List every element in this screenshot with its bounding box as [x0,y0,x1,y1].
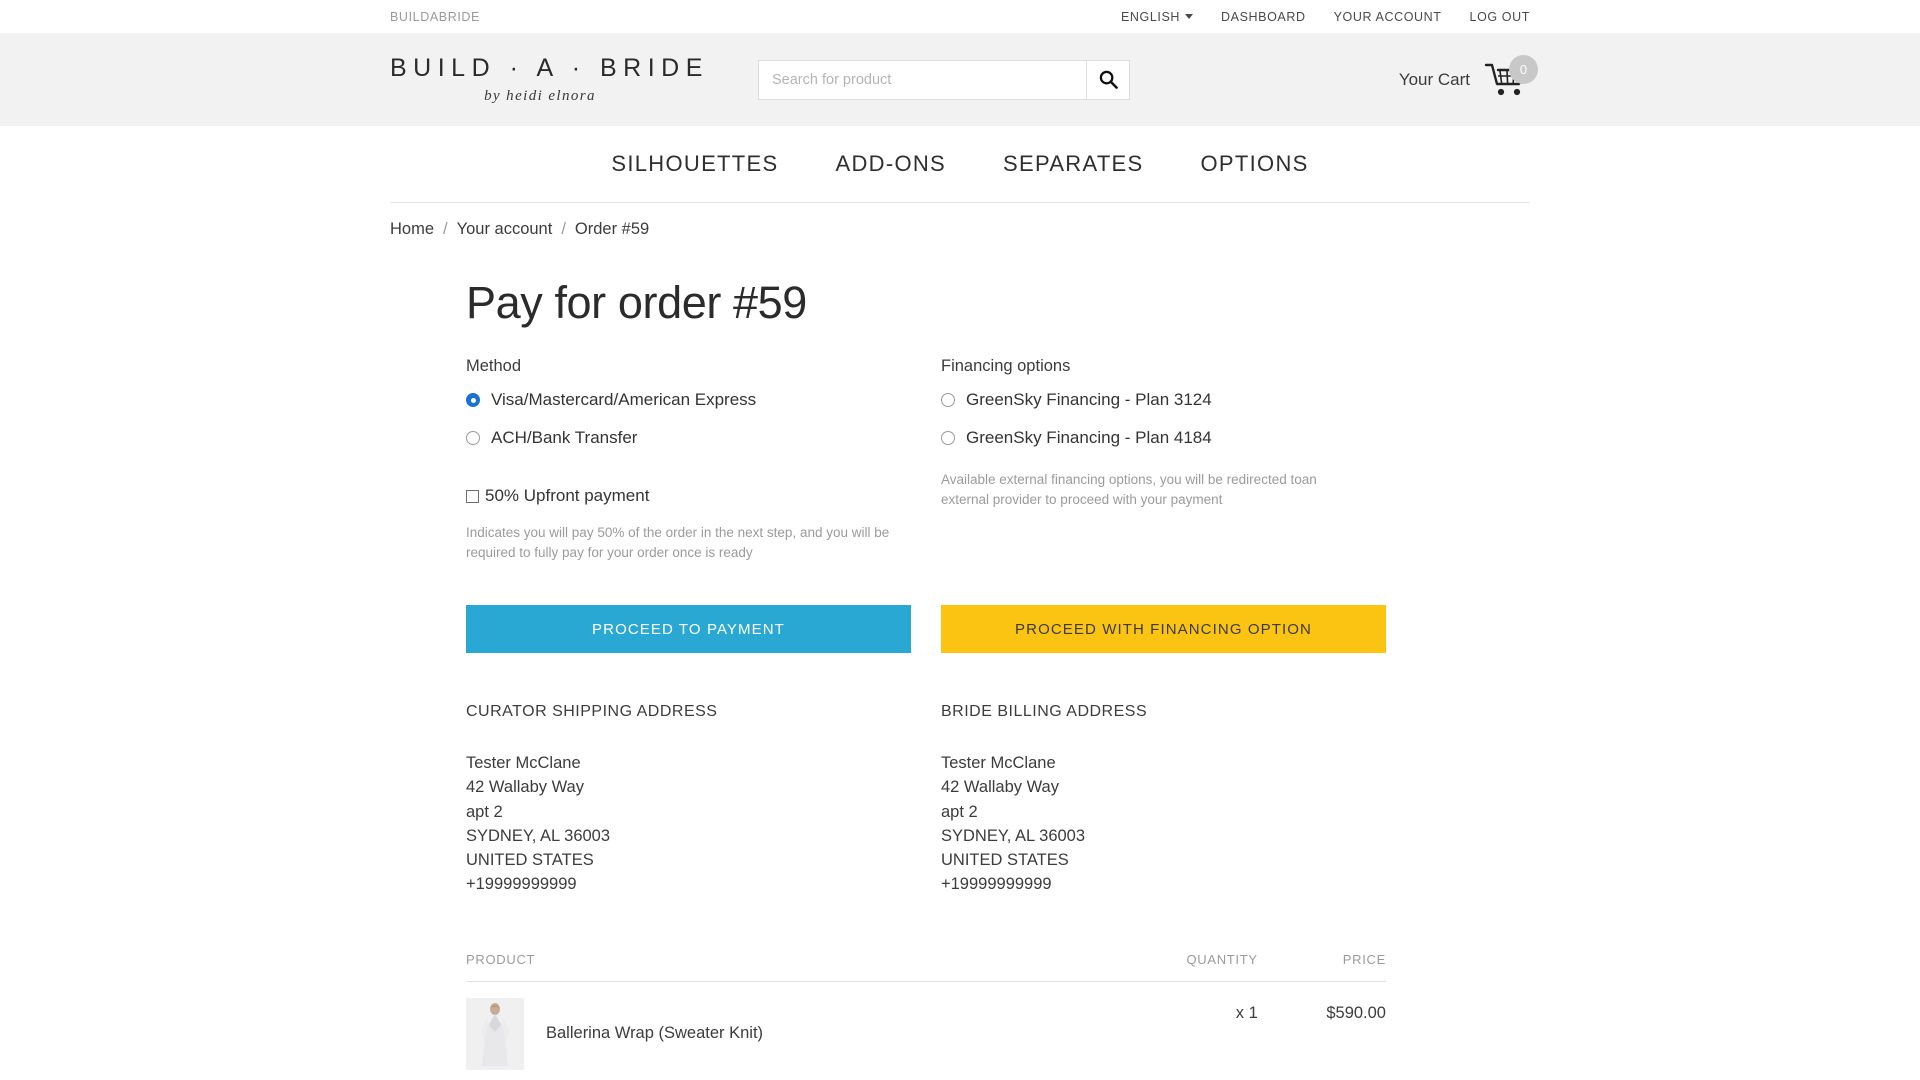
site-brand-text: BUILDABRIDE [390,9,480,24]
breadcrumb: Home / Your account / Order #59 [390,203,1530,239]
payment-options-section: Method Visa/Mastercard/American Express … [466,357,1530,562]
financing-label-plan-4184: GreenSky Financing - Plan 4184 [966,428,1212,447]
top-utility-nav: ENGLISH DASHBOARD YOUR ACCOUNT LOG OUT [1121,10,1530,24]
billing-address-line: 42 Wallaby Way [941,778,1059,797]
breadcrumb-current: Order #59 [574,220,650,238]
breadcrumb-separator: / [443,220,448,238]
payment-method-label: Method [466,357,522,375]
product-quantity: x 1 [1104,981,1258,1080]
cart-icon-wrapper: 0 [1484,54,1538,101]
radio-visa-mastercard-amex[interactable] [466,393,480,407]
upfront-payment-helper-text: Indicates you will pay 50% of the order … [466,525,890,560]
product-thumbnail[interactable] [466,997,524,1070]
table-row: Ballerina Wrap (Sweater Knit) x 1 $590.0… [466,981,1386,1080]
product-price: $590.00 [1257,981,1386,1080]
shipping-address-line: SYDNEY, AL 36003 [466,826,611,845]
payment-method-label-card: Visa/Mastercard/American Express [491,390,757,409]
main-navigation: SILHOUETTES ADD-ONS SEPARATES OPTIONS [0,126,1920,202]
breadcrumb-home[interactable]: Home [390,220,434,239]
product-search [758,59,1130,100]
table-header-row: PRODUCT QUANTITY PRICE [466,951,1386,982]
addresses-section: CURATOR SHIPPING ADDRESS Tester McClane … [466,703,1530,897]
upfront-payment-label: 50% Upfront payment [485,486,650,505]
column-header-price: PRICE [1257,951,1386,982]
logo-primary-text: BUILD · A · BRIDE [390,54,709,82]
cart-item-count-badge: 0 [1509,54,1538,84]
site-logo[interactable]: BUILD · A · BRIDE by heidi elnora [390,54,709,105]
language-selector-label: ENGLISH [1120,9,1181,24]
checkbox-50-percent-upfront[interactable] [466,489,479,503]
cart-label: Your Cart [1398,69,1470,89]
cart-widget[interactable]: Your Cart 0 [1398,54,1538,101]
product-name: Ballerina Wrap (Sweater Knit) [546,1024,764,1043]
upfront-payment-row[interactable]: 50% Upfront payment [466,486,941,506]
action-buttons-row: PROCEED TO PAYMENT PROCEED WITH FINANCIN… [466,605,1530,654]
product-cell: Ballerina Wrap (Sweater Knit) [466,981,1105,1080]
nav-your-account[interactable]: YOUR ACCOUNT [1334,10,1442,24]
nav-add-ons[interactable]: ADD-ONS [835,151,946,177]
payment-method-option-card[interactable]: Visa/Mastercard/American Express [466,390,941,410]
payment-method-option-ach[interactable]: ACH/Bank Transfer [466,428,941,448]
bridal-gown-image [466,997,524,1070]
chevron-down-icon [1185,14,1194,19]
billing-address-line: Tester McClane [941,754,1056,773]
order-summary-table: PRODUCT QUANTITY PRICE Ballerina Wrap (S… [466,951,1386,1080]
nav-options[interactable]: OPTIONS [1201,151,1309,177]
billing-address-phone: +19999999999 [941,875,1052,894]
site-header: BUILD · A · BRIDE by heidi elnora Your C… [0,33,1920,126]
shipping-address-title: CURATOR SHIPPING ADDRESS [466,703,718,721]
shipping-address-phone: +19999999999 [466,875,577,894]
language-selector[interactable]: ENGLISH [1120,9,1194,24]
billing-address-line: apt 2 [941,802,978,821]
financing-label-plan-3124: GreenSky Financing - Plan 3124 [966,390,1212,409]
radio-ach-bank-transfer[interactable] [466,431,480,445]
shipping-address-line: UNITED STATES [466,851,594,870]
column-header-product: PRODUCT [466,951,1105,982]
financing-helper-text: Available external financing options, yo… [941,472,1317,507]
radio-greensky-plan-3124[interactable] [941,393,955,407]
payment-method-label-ach: ACH/Bank Transfer [491,428,638,447]
logo-secondary-text: by heidi elnora [484,88,596,104]
search-icon [1099,70,1118,89]
billing-address-title: BRIDE BILLING ADDRESS [941,703,1148,721]
shipping-address-line: Tester McClane [466,754,581,773]
nav-silhouettes[interactable]: SILHOUETTES [611,151,778,177]
order-summary-table-wrapper: PRODUCT QUANTITY PRICE Ballerina Wrap (S… [466,951,1386,1080]
search-button[interactable] [1086,59,1130,100]
billing-address-line: UNITED STATES [941,851,1069,870]
proceed-with-financing-button[interactable]: PROCEED WITH FINANCING OPTION [941,605,1386,654]
page-title: Pay for order #59 [466,277,807,328]
radio-greensky-plan-4184[interactable] [941,431,955,445]
billing-address-line: SYDNEY, AL 36003 [941,826,1086,845]
financing-option-plan-4184[interactable]: GreenSky Financing - Plan 4184 [941,428,1416,448]
curator-shipping-address: CURATOR SHIPPING ADDRESS Tester McClane … [466,703,941,897]
financing-options-label: Financing options [941,357,1071,375]
shipping-address-line: apt 2 [466,802,503,821]
financing-options-column: Financing options GreenSky Financing - P… [941,357,1416,562]
bride-billing-address: BRIDE BILLING ADDRESS Tester McClane 42 … [941,703,1416,897]
financing-option-plan-3124[interactable]: GreenSky Financing - Plan 3124 [941,390,1416,410]
nav-dashboard[interactable]: DASHBOARD [1221,10,1306,24]
proceed-to-payment-button[interactable]: PROCEED TO PAYMENT [466,605,911,654]
shipping-address-line: 42 Wallaby Way [466,778,584,797]
search-input[interactable] [758,59,1086,100]
breadcrumb-your-account[interactable]: Your account [457,220,553,239]
nav-separates[interactable]: SEPARATES [1003,151,1143,177]
top-utility-bar: BUILDABRIDE ENGLISH DASHBOARD YOUR ACCOU… [0,0,1920,33]
payment-method-column: Method Visa/Mastercard/American Express … [466,357,941,562]
breadcrumb-separator: / [561,220,566,238]
column-header-quantity: QUANTITY [1104,951,1258,982]
nav-log-out[interactable]: LOG OUT [1470,10,1530,24]
